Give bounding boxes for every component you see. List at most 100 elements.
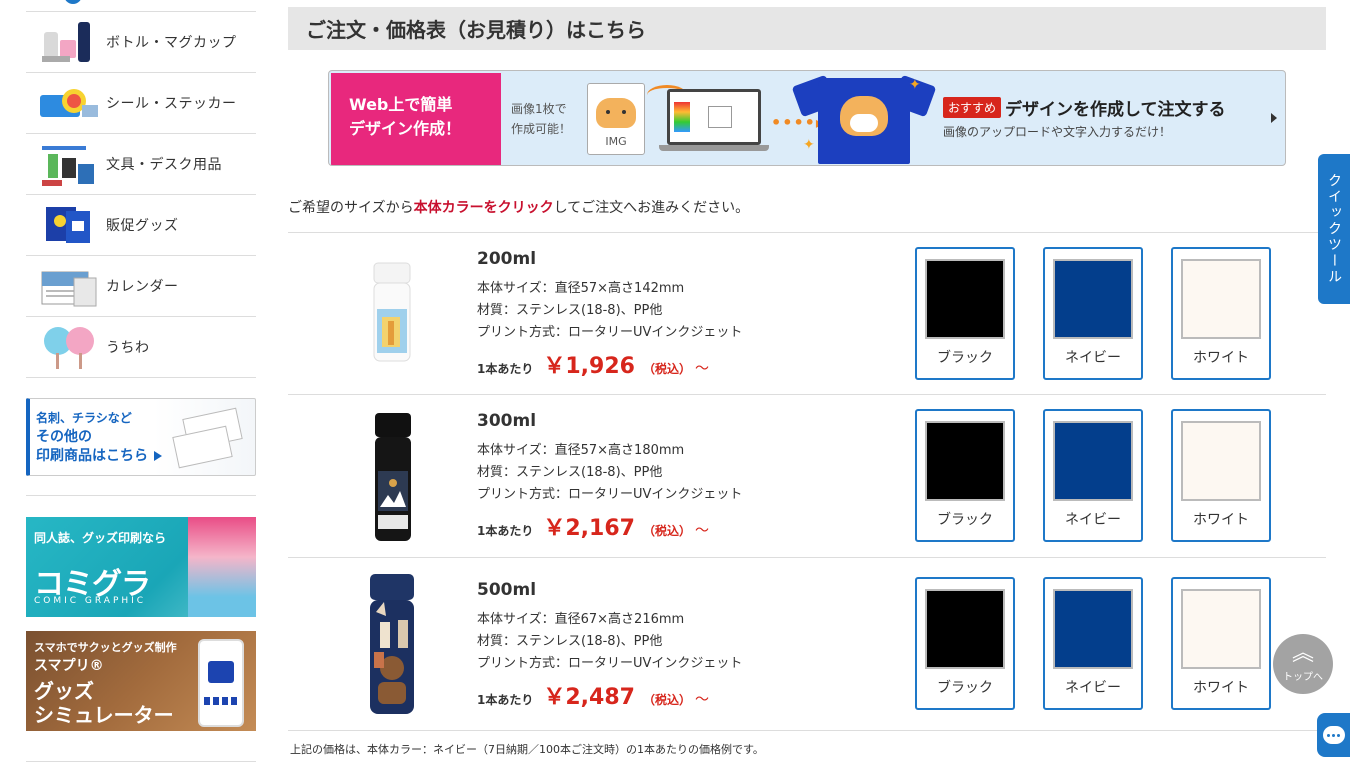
laptop-icon [659, 89, 769, 151]
stationery-icon [38, 140, 100, 188]
swatch-label: ネイビー [1065, 512, 1121, 528]
swatch-navy[interactable]: ネイビー [1043, 409, 1143, 542]
product-info: 200ml 本体サイズ：直径57×高さ142mm 材質：ステンレス(18-8)、… [477, 249, 742, 380]
swatch-black[interactable]: ブラック [915, 247, 1015, 380]
comic-graphic-banner[interactable]: 同人誌、グッズ印刷なら コミグラ COMIC GRAPHIC [26, 517, 256, 617]
price-tilde: ～ [694, 361, 709, 377]
color-chip [925, 259, 1005, 339]
caret-right-icon [1271, 113, 1277, 123]
product-capacity: 500ml [477, 580, 537, 600]
print-banner-line2: その他の [36, 429, 92, 445]
swatch-navy[interactable]: ネイビー [1043, 247, 1143, 380]
product-size: 本体サイズ：直径57×高さ142mm [477, 281, 685, 296]
sidebar-top-stub [26, 0, 256, 12]
arrow-right-icon [154, 451, 162, 461]
price-tilde: ～ [694, 692, 709, 708]
page-title: ご注文・価格表（お見積り）はこちら [306, 18, 646, 42]
swatch-black[interactable]: ブラック [915, 577, 1015, 710]
shiba-face-icon [596, 98, 636, 128]
price-tilde: ～ [694, 523, 709, 539]
swatch-black[interactable]: ブラック [915, 409, 1015, 542]
product-material: 材質：ステンレス(18-8)、PP他 [477, 465, 663, 480]
sidebar-item-label: 販促グッズ [106, 218, 179, 234]
product-row-200ml: 200ml 本体サイズ：直径57×高さ142mm 材質：ステンレス(18-8)、… [288, 233, 1326, 395]
product-material: 材質：ステンレス(18-8)、PP他 [477, 634, 663, 649]
swatch-navy[interactable]: ネイビー [1043, 577, 1143, 710]
sidebar-item-bottle-mug[interactable]: ボトル・マグカップ [26, 12, 256, 73]
sidebar-item-sticker[interactable]: シール・ステッカー [26, 73, 256, 134]
fan-icon [38, 323, 100, 371]
instruction-text: ご希望のサイズから本体カラーをクリックしてご注文へお進みください。 [288, 197, 749, 217]
create-design-banner[interactable]: Web上で簡単 デザイン作成！ 画像1枚で 作成可能！ IMG ••••▸ ✦ … [328, 70, 1286, 166]
recommend-badge: おすすめ [943, 97, 1002, 118]
sidebar-item-label: ボトル・マグカップ [106, 35, 237, 51]
unit-price: ￥2,167 [543, 516, 635, 541]
bottle-mug-icon [38, 18, 100, 66]
design-banner-title: デザインを作成して注文する [1005, 100, 1226, 120]
per-unit-label: 1本あたり [477, 693, 534, 707]
color-chip [1053, 589, 1133, 669]
bottle-500ml-image [350, 572, 436, 718]
design-banner-small-line2: 作成可能！ [511, 122, 572, 136]
product-row-500ml: 500ml 本体サイズ：直径67×高さ216mm 材質：ステンレス(18-8)、… [288, 558, 1326, 731]
sidebar-item-stationery[interactable]: 文具・デスク用品 [26, 134, 256, 195]
instruction-after: してご注文へお進みください。 [553, 200, 750, 216]
swatch-white[interactable]: ホワイト [1171, 409, 1271, 542]
color-swatches: ブラック ネイビー ホワイト [915, 577, 1271, 710]
swatch-white[interactable]: ホワイト [1171, 577, 1271, 710]
business-cards-image [172, 407, 245, 469]
tax-label: （税込） [642, 524, 691, 538]
price-footnote: 上記の価格は、本体カラー：ネイビー（7日納期／100本ご注文時）の1本あたりの価… [290, 743, 764, 756]
swatch-label: ネイビー [1065, 680, 1121, 696]
sparkle-icon: ✦ [909, 77, 921, 93]
image-file-icon: IMG [587, 83, 645, 155]
comic-banner-sub: COMIC GRAPHIC [34, 596, 147, 606]
sidebar-item-fan[interactable]: うちわ [26, 317, 256, 378]
other-print-products-banner[interactable]: 名刺、チラシなど その他の 印刷商品はこちら [26, 398, 256, 476]
bottle-300ml-image [350, 411, 436, 543]
instruction-emphasis: 本体カラーをクリック [413, 200, 554, 216]
price-line: 1本あたり ￥2,167 （税込） ～ [477, 510, 742, 542]
comic-artwork-image [188, 517, 256, 617]
tax-label: （税込） [642, 362, 691, 376]
chat-button[interactable] [1317, 713, 1350, 757]
per-unit-label: 1本あたり [477, 362, 534, 376]
product-capacity: 200ml [477, 249, 537, 269]
product-size: 本体サイズ：直径57×高さ180mm [477, 443, 685, 458]
product-print-method: プリント方式：ロータリーUVインクジェット [477, 325, 743, 340]
sidebar-item-promo-goods[interactable]: 販促グッズ [26, 195, 256, 256]
sidebar-item-calendar[interactable]: カレンダー [26, 256, 256, 317]
goods-simulator-banner[interactable]: スマホでサクッとグッズ制作 スマプリ® グッズ シミュレーター [26, 631, 256, 731]
sim-banner-line1: スマホでサクッとグッズ制作 [34, 641, 177, 654]
print-banner-line3-text: 印刷商品はこちら [36, 448, 148, 464]
product-print-method: プリント方式：ロータリーUVインクジェット [477, 656, 743, 671]
smartphone-image [198, 639, 244, 727]
swatch-white[interactable]: ホワイト [1171, 247, 1271, 380]
color-chip [1181, 421, 1261, 501]
swatch-label: ホワイト [1193, 680, 1249, 696]
color-chip [925, 421, 1005, 501]
calendar-icon [38, 262, 100, 310]
unit-price: ￥1,926 [543, 354, 635, 379]
img-label: IMG [605, 135, 627, 148]
sidebar-item-label: 文具・デスク用品 [106, 157, 222, 173]
design-banner-subtitle: 画像のアップロードや文字入力するだけ！ [943, 125, 1172, 139]
sim-banner-line4: シミュレーター [34, 703, 174, 727]
unit-price: ￥2,487 [543, 685, 635, 710]
double-chevron-up-icon: ︽ [1291, 641, 1314, 666]
design-banner-pink-line1: Web上で簡単 [349, 95, 453, 114]
category-icon-partial [64, 0, 82, 4]
quick-tool-tab[interactable]: クイックツール [1318, 154, 1350, 304]
back-to-top-button[interactable]: ︽ トップへ [1273, 634, 1333, 694]
chat-bubble-icon [1322, 726, 1345, 744]
design-banner-small-text: 画像1枚で 作成可能！ [511, 99, 571, 139]
swatch-label: ネイビー [1065, 350, 1121, 366]
tax-label: （税込） [642, 693, 691, 707]
design-banner-small-line1: 画像1枚で [511, 102, 567, 116]
color-chip [1053, 259, 1133, 339]
product-size: 本体サイズ：直径67×高さ216mm [477, 612, 685, 627]
sim-banner-line2: スマプリ® [34, 658, 104, 674]
sidebar-divider [26, 495, 256, 496]
product-capacity: 300ml [477, 411, 537, 431]
design-banner-pink-line2: デザイン作成！ [349, 119, 462, 138]
